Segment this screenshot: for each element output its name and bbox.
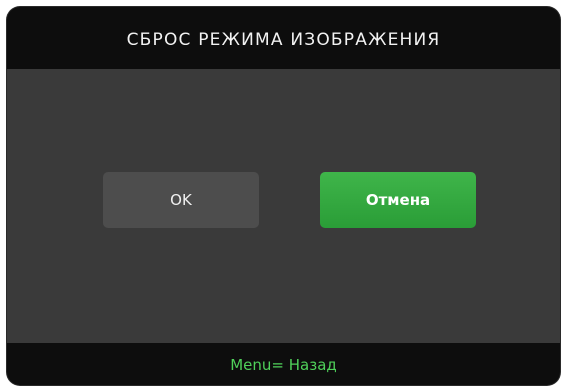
screen-background: СБРОС РЕЖИМА ИЗОБРАЖЕНИЯ OK Отмена Menu=… — [0, 0, 564, 390]
dialog-footer: Menu= Назад — [7, 343, 560, 385]
cancel-button[interactable]: Отмена — [320, 172, 476, 228]
dialog-title: СБРОС РЕЖИМА ИЗОБРАЖЕНИЯ — [126, 30, 441, 50]
dialog-title-bar: СБРОС РЕЖИМА ИЗОБРАЖЕНИЯ — [7, 7, 560, 69]
dialog-body: OK Отмена — [7, 69, 560, 343]
ok-button[interactable]: OK — [103, 172, 259, 228]
ok-button-label: OK — [170, 191, 192, 209]
cancel-button-label: Отмена — [365, 191, 431, 209]
menu-back-hint: Menu= Назад — [230, 356, 337, 374]
reset-picture-mode-dialog: СБРОС РЕЖИМА ИЗОБРАЖЕНИЯ OK Отмена Menu=… — [7, 7, 560, 385]
